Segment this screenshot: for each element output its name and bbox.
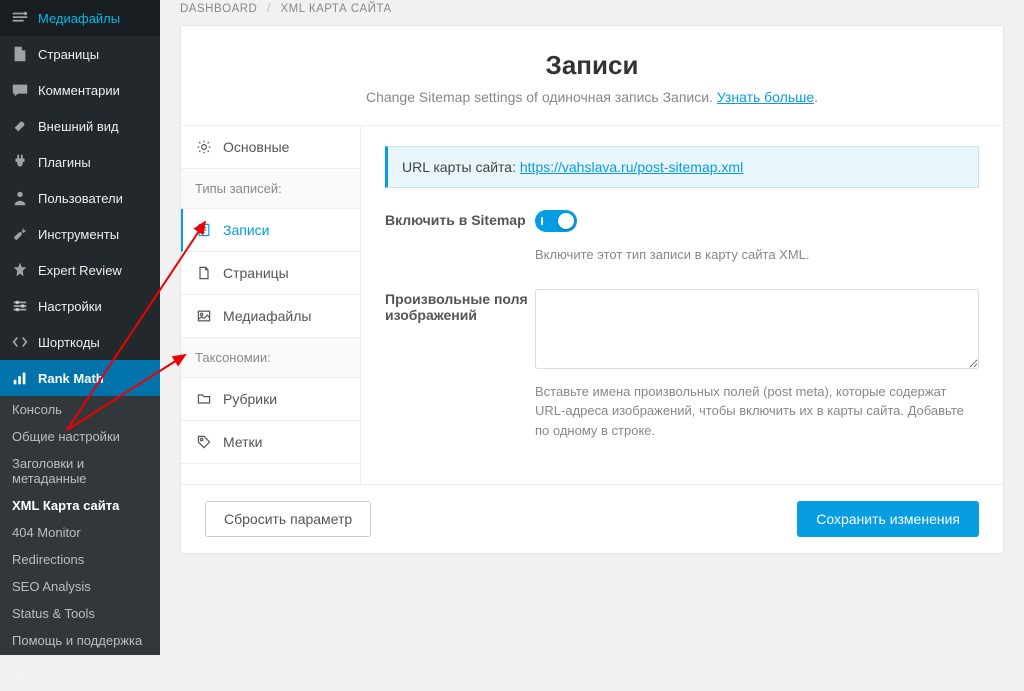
sidebar-item-label: Страницы <box>38 47 99 62</box>
tabs-header-taxonomies: Таксономии: <box>181 338 360 378</box>
tab-posts[interactable]: Записи <box>181 209 360 252</box>
page-title: Записи <box>201 50 983 81</box>
code-icon <box>10 332 30 352</box>
sidebar-item-label: Медиафайлы <box>38 11 120 26</box>
tab-basic[interactable]: Основные <box>181 126 360 169</box>
main-content: DASHBOARD / XML КАРТА САЙТА Записи Chang… <box>160 0 1024 592</box>
sidebar-item-shortcodes[interactable]: Шорткоды <box>0 324 160 360</box>
sidebar-item-label: Инструменты <box>38 227 119 242</box>
sidebar-sub-redirections[interactable]: Redirections <box>0 546 160 573</box>
sidebar-item-users[interactable]: Пользователи <box>0 180 160 216</box>
sidebar-item-expert-review[interactable]: Expert Review <box>0 252 160 288</box>
settings-icon <box>10 296 30 316</box>
sidebar-item-label: Clearfy Pro <box>38 666 103 681</box>
tabs-header-post-types: Типы записей: <box>181 169 360 209</box>
tools-icon <box>10 224 30 244</box>
sidebar-item-plugins[interactable]: Плагины <box>0 144 160 180</box>
comment-icon <box>10 80 30 100</box>
sidebar-item-pages[interactable]: Страницы <box>0 36 160 72</box>
sidebar-item-label: Шорткоды <box>38 335 100 350</box>
breadcrumb-current: XML КАРТА САЙТА <box>280 3 391 15</box>
tab-media[interactable]: Медиафайлы <box>181 295 360 338</box>
sidebar-item-comments[interactable]: Комментарии <box>0 72 160 108</box>
settings-tabs: Основные Типы записей: Записи Страницы М… <box>181 126 361 484</box>
chart-icon <box>10 368 30 388</box>
sidebar-sub-status[interactable]: Status & Tools <box>0 600 160 627</box>
sidebar-sub-general[interactable]: Общие настройки <box>0 423 160 450</box>
panel-header: Записи Change Sitemap settings of одиноч… <box>181 26 1003 126</box>
sidebar-item-settings[interactable]: Настройки <box>0 288 160 324</box>
field-help-text: Вставьте имена произвольных полей (post … <box>535 382 979 441</box>
sidebar-item-label: Внешний вид <box>38 119 119 134</box>
sitemap-url-notice: URL карты сайта: https://vahslava.ru/pos… <box>385 146 979 188</box>
star-icon <box>10 260 30 280</box>
field-include-sitemap: Включить в Sitemap Включите этот тип зап… <box>385 210 979 265</box>
panel-footer: Сбросить параметр Сохранить изменения <box>181 484 1003 553</box>
appearance-icon <box>10 116 30 136</box>
tab-categories[interactable]: Рубрики <box>181 378 360 421</box>
sidebar-sub-seo-analysis[interactable]: SEO Analysis <box>0 573 160 600</box>
sidebar-item-label: Expert Review <box>38 263 122 278</box>
field-help-text: Включите этот тип записи в карту сайта X… <box>535 245 979 265</box>
sidebar-item-media[interactable]: Медиафайлы <box>0 0 160 36</box>
tab-content-area: URL карты сайта: https://vahslava.ru/pos… <box>361 126 1003 484</box>
settings-panel: Записи Change Sitemap settings of одиноч… <box>180 25 1004 554</box>
sidebar-sub-titles[interactable]: Заголовки и метаданные <box>0 450 160 492</box>
diamond-icon <box>10 663 30 683</box>
sidebar-item-clearfy[interactable]: Clearfy Pro <box>0 654 160 691</box>
sidebar-item-label: Плагины <box>38 155 91 170</box>
sidebar-sub-help[interactable]: Помощь и поддержка <box>0 627 160 654</box>
page-icon <box>10 44 30 64</box>
gear-icon <box>195 138 213 156</box>
save-button[interactable]: Сохранить изменения <box>797 501 979 537</box>
post-icon <box>195 221 213 239</box>
sidebar-item-rank-math[interactable]: Rank Math <box>0 360 160 396</box>
sidebar-submenu: Консоль Общие настройки Заголовки и мета… <box>0 396 160 654</box>
sidebar-item-label: Пользователи <box>38 191 123 206</box>
learn-more-link[interactable]: Узнать больше <box>717 89 814 105</box>
tag-icon <box>195 433 213 451</box>
page-icon <box>195 264 213 282</box>
breadcrumb: DASHBOARD / XML КАРТА САЙТА <box>180 0 1004 25</box>
breadcrumb-home[interactable]: DASHBOARD <box>180 3 257 15</box>
sidebar-sub-console[interactable]: Консоль <box>0 396 160 423</box>
sidebar-sub-404[interactable]: 404 Monitor <box>0 519 160 546</box>
users-icon <box>10 188 30 208</box>
tab-pages[interactable]: Страницы <box>181 252 360 295</box>
sidebar-item-tools[interactable]: Инструменты <box>0 216 160 252</box>
sidebar-item-label: Настройки <box>38 299 102 314</box>
media-icon <box>195 307 213 325</box>
include-sitemap-toggle[interactable] <box>535 210 577 232</box>
sidebar-item-label: Rank Math <box>38 371 104 386</box>
field-custom-image-fields: Произвольные поля изображений Вставьте и… <box>385 289 979 441</box>
media-icon <box>10 8 30 28</box>
tab-tags[interactable]: Метки <box>181 421 360 464</box>
admin-sidebar: Медиафайлы Страницы Комментарии Внешний … <box>0 0 160 592</box>
field-label: Включить в Sitemap <box>385 210 535 265</box>
custom-fields-textarea[interactable] <box>535 289 979 369</box>
sidebar-sub-sitemap[interactable]: XML Карта сайта <box>0 492 160 519</box>
plugins-icon <box>10 152 30 172</box>
sidebar-item-appearance[interactable]: Внешний вид <box>0 108 160 144</box>
folder-icon <box>195 390 213 408</box>
page-description: Change Sitemap settings of одиночная зап… <box>201 89 983 105</box>
sidebar-item-label: Комментарии <box>38 83 120 98</box>
sitemap-url-link[interactable]: https://vahslava.ru/post-sitemap.xml <box>520 159 743 175</box>
reset-button[interactable]: Сбросить параметр <box>205 501 371 537</box>
field-label: Произвольные поля изображений <box>385 289 535 441</box>
